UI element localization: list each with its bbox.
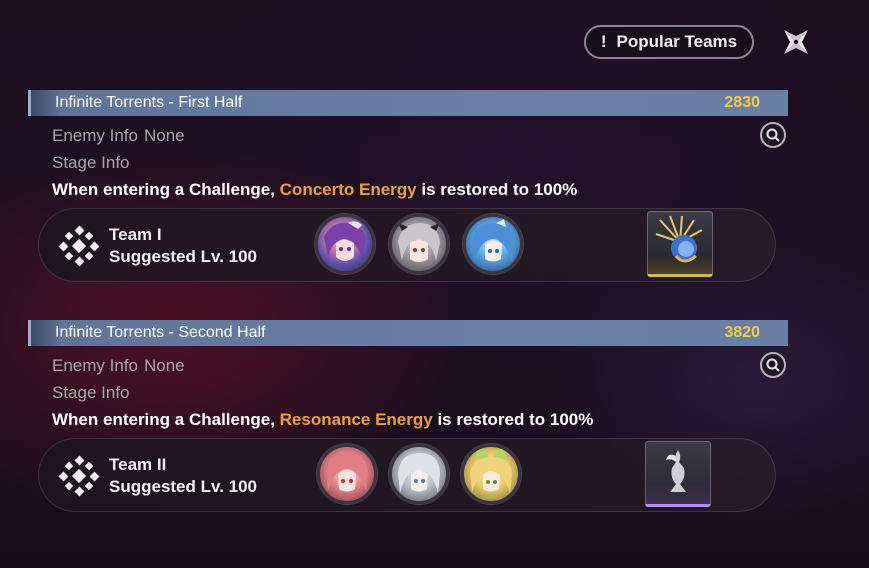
popular-teams-button[interactable]: ! Popular Teams (584, 25, 754, 59)
team-emblem-icon (58, 225, 100, 267)
character-3-art (472, 219, 514, 263)
effect-suffix: is restored to 100% (421, 180, 578, 199)
close-button[interactable] (779, 25, 813, 59)
enemy-info-label: Enemy Info (52, 356, 138, 375)
character-3-portrait[interactable] (463, 214, 523, 274)
team-panel[interactable]: Team II Suggested Lv. 100 (38, 438, 776, 512)
character-1-art (324, 221, 366, 261)
enemy-info-row: Enemy Info None (52, 356, 185, 376)
stage-title: Infinite Torrents - First Half (55, 94, 243, 111)
stage-score: 3820 (724, 324, 760, 341)
effect-prefix: When entering a Challenge, (52, 180, 275, 199)
stage-effect-text: When entering a Challenge, Concerto Ener… (52, 180, 577, 200)
enemy-info-label: Enemy Info (52, 126, 138, 145)
stage-info-label: Stage Info (52, 383, 130, 402)
stage-effect-text: When entering a Challenge, Resonance Ene… (52, 410, 593, 430)
stage-title-bar: Infinite Torrents - Second Half 3820 (28, 320, 788, 346)
magnifier-icon (766, 358, 780, 372)
team-emblem-icon (58, 455, 100, 497)
effect-highlight: Concerto Energy (279, 180, 417, 199)
enemy-search-button[interactable] (760, 122, 786, 148)
team-suggested-level: Suggested Lv. 100 (109, 477, 258, 496)
purple-echo-icon (666, 450, 686, 492)
echo-slot[interactable] (645, 441, 711, 507)
exclamation-icon: ! (600, 32, 607, 51)
stage-score: 2830 (724, 94, 760, 111)
enemy-info-value: None (144, 126, 185, 145)
character-1-portrait[interactable] (315, 214, 375, 274)
team-name: Team I (109, 225, 162, 244)
stage-title: Infinite Torrents - Second Half (55, 324, 266, 341)
stage-info-label: Stage Info (52, 153, 130, 172)
magnifier-icon (766, 128, 780, 142)
character-5-art (398, 453, 440, 493)
stage-first-half: Infinite Torrents - First Half 2830 Enem… (28, 90, 788, 282)
stage-second-half: Infinite Torrents - Second Half 3820 Ene… (28, 320, 788, 512)
stage-title-bar: Infinite Torrents - First Half 2830 (28, 90, 788, 116)
enemy-search-button[interactable] (760, 352, 786, 378)
character-2-portrait[interactable] (389, 214, 449, 274)
popular-teams-label: Popular Teams (616, 32, 738, 51)
character-5-portrait[interactable] (389, 444, 449, 504)
team-panel[interactable]: Team I Suggested Lv. 100 (38, 208, 776, 282)
echo-slot[interactable] (647, 211, 713, 277)
effect-highlight: Resonance Energy (279, 410, 433, 429)
team-suggested-level: Suggested Lv. 100 (109, 247, 258, 266)
character-6-art (470, 449, 512, 493)
gold-echo-icon (655, 215, 703, 263)
character-4-art (326, 453, 368, 492)
enemy-info-value: None (144, 356, 185, 375)
team-name: Team II (109, 455, 167, 474)
effect-prefix: When entering a Challenge, (52, 410, 275, 429)
effect-suffix: is restored to 100% (437, 410, 594, 429)
character-2-art (398, 223, 440, 262)
character-6-portrait[interactable] (461, 444, 521, 504)
enemy-info-row: Enemy Info None (52, 126, 185, 146)
character-4-portrait[interactable] (317, 444, 377, 504)
close-icon (784, 30, 808, 54)
